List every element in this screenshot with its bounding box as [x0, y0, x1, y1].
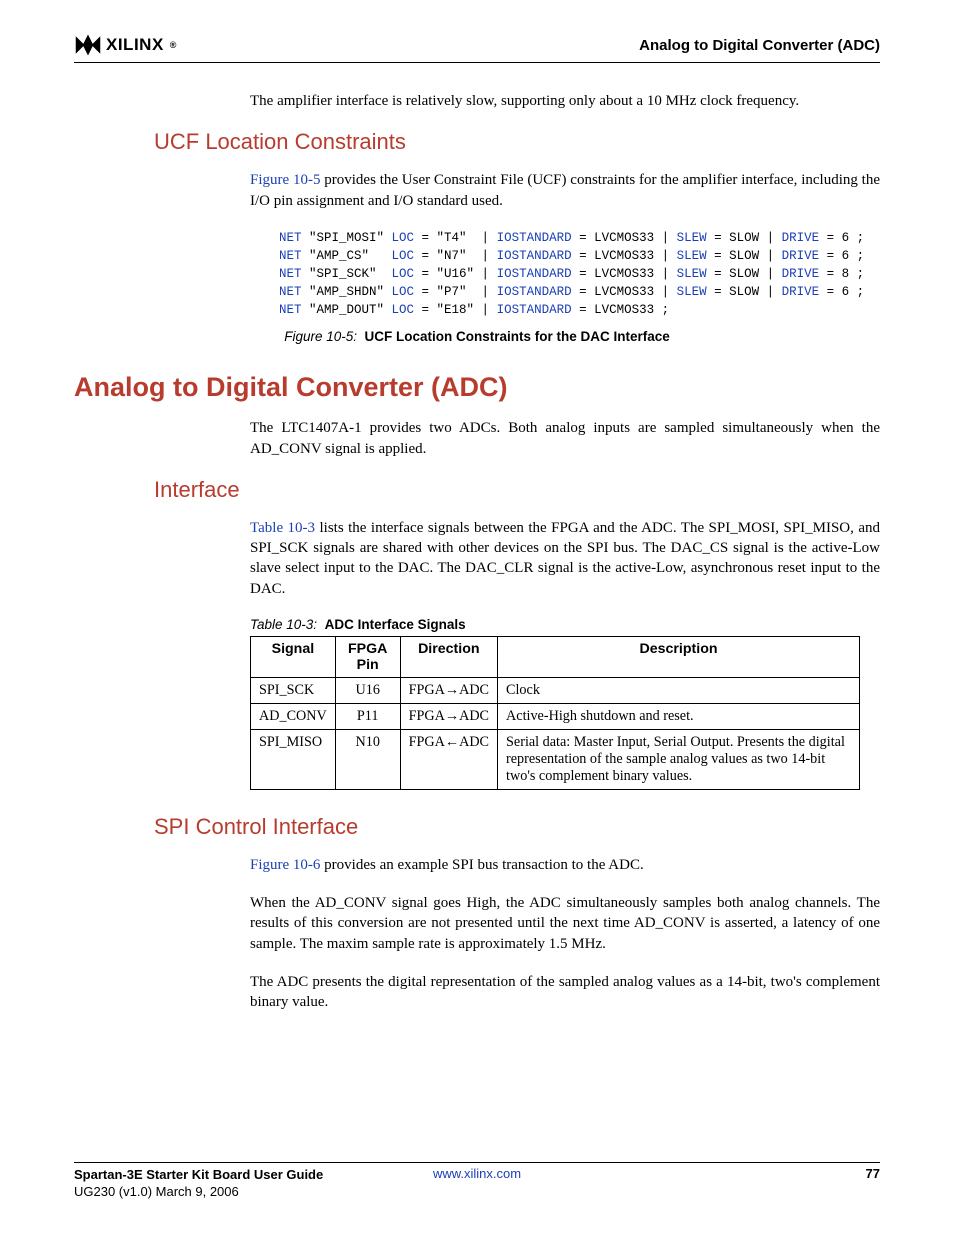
cell-direction: FPGA→ADC — [400, 677, 497, 703]
footer-doc-id: UG230 (v1.0) March 9, 2006 — [74, 1184, 239, 1199]
cell-pin: N10 — [335, 729, 400, 789]
cell-description: Serial data: Master Input, Serial Output… — [498, 729, 860, 789]
table-10-3-link[interactable]: Table 10-3 — [250, 520, 315, 536]
figure-10-5-caption: Figure 10-5: UCF Location Constraints fo… — [74, 329, 880, 344]
ucf-code-block: NET "SPI_MOSI" LOC = "T4" | IOSTANDARD =… — [279, 229, 880, 320]
cell-direction: FPGA←ADC — [400, 729, 497, 789]
footer-page-number: 77 — [866, 1166, 880, 1181]
ucf-para-rest: provides the User Constraint File (UCF) … — [250, 172, 880, 208]
interface-heading: Interface — [154, 477, 880, 503]
cell-direction: FPGA→ADC — [400, 703, 497, 729]
th-description: Description — [498, 636, 860, 677]
th-direction: Direction — [400, 636, 497, 677]
footer-doc-title: Spartan-3E Starter Kit Board User Guide — [74, 1167, 323, 1182]
interface-paragraph: Table 10-3 lists the interface signals b… — [250, 518, 880, 599]
adc-heading: Analog to Digital Converter (ADC) — [74, 372, 880, 403]
table-row: AD_CONVP11FPGA→ADCActive-High shutdown a… — [251, 703, 860, 729]
spi-p1-rest: provides an example SPI bus transaction … — [320, 857, 643, 873]
adc-signals-table: Signal FPGA Pin Direction Description SP… — [250, 636, 860, 790]
table-row: SPI_MISON10FPGA←ADCSerial data: Master I… — [251, 729, 860, 789]
figure-10-6-link[interactable]: Figure 10-6 — [250, 857, 320, 873]
spi-control-heading: SPI Control Interface — [154, 814, 880, 840]
table-header-row: Signal FPGA Pin Direction Description — [251, 636, 860, 677]
figure-10-5-link[interactable]: Figure 10-5 — [250, 172, 320, 188]
header-section-title: Analog to Digital Converter (ADC) — [639, 37, 880, 54]
cell-pin: P11 — [335, 703, 400, 729]
brand-text: XILINX — [106, 35, 164, 55]
figure-caption-text: UCF Location Constraints for the DAC Int… — [365, 329, 670, 344]
th-fpga-pin: FPGA Pin — [335, 636, 400, 677]
ucf-heading: UCF Location Constraints — [154, 129, 880, 155]
figure-caption-num: Figure 10-5: — [284, 329, 357, 344]
intro-paragraph: The amplifier interface is relatively sl… — [250, 91, 880, 111]
table-caption-num: Table 10-3: — [250, 617, 317, 632]
cell-description: Clock — [498, 677, 860, 703]
xilinx-logo: XILINX ® — [74, 34, 177, 56]
xilinx-logo-icon — [74, 34, 102, 56]
spi-p1: Figure 10-6 provides an example SPI bus … — [250, 855, 880, 875]
page-header: XILINX ® Analog to Digital Converter (ADC… — [74, 34, 880, 63]
page-footer: Spartan-3E Starter Kit Board User Guide … — [74, 1162, 880, 1201]
iface-para-rest: lists the interface signals between the … — [250, 520, 880, 597]
table-caption-text: ADC Interface Signals — [325, 617, 466, 632]
cell-signal: SPI_SCK — [251, 677, 336, 703]
footer-left: Spartan-3E Starter Kit Board User Guide … — [74, 1166, 323, 1201]
cell-signal: SPI_MISO — [251, 729, 336, 789]
adc-paragraph: The LTC1407A-1 provides two ADCs. Both a… — [250, 418, 880, 459]
table-10-3-caption: Table 10-3: ADC Interface Signals — [250, 617, 880, 632]
cell-signal: AD_CONV — [251, 703, 336, 729]
ucf-paragraph: Figure 10-5 provides the User Constraint… — [250, 170, 880, 211]
spi-p2: When the AD_CONV signal goes High, the A… — [250, 893, 880, 954]
footer-url-link[interactable]: www.xilinx.com — [433, 1166, 521, 1181]
table-row: SPI_SCKU16FPGA→ADCClock — [251, 677, 860, 703]
th-signal: Signal — [251, 636, 336, 677]
registered-mark: ® — [170, 40, 177, 50]
cell-description: Active-High shutdown and reset. — [498, 703, 860, 729]
cell-pin: U16 — [335, 677, 400, 703]
spi-p3: The ADC presents the digital representat… — [250, 972, 880, 1013]
